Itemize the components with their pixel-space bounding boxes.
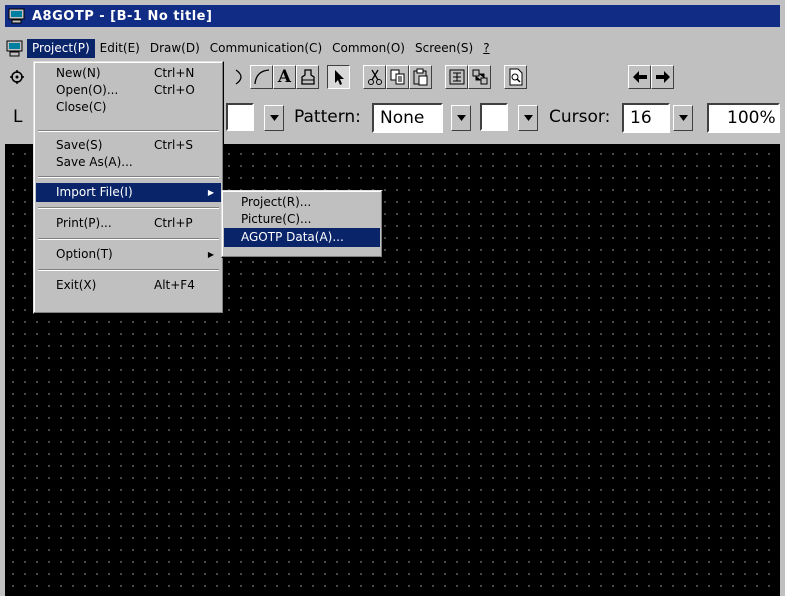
- window-title: A8GOTP - [B-1 No title]: [32, 8, 213, 24]
- ungroup-icon[interactable]: [468, 65, 491, 89]
- menu-separator: [38, 207, 219, 209]
- submenu-item-picture[interactable]: Picture(C)...: [224, 211, 380, 228]
- menu-item-open[interactable]: Open(O)... Ctrl+O: [36, 82, 221, 99]
- menu-draw[interactable]: Draw(D): [145, 39, 205, 58]
- zoom-value: 100%: [727, 108, 776, 128]
- paste-icon[interactable]: [409, 65, 432, 89]
- pattern-value: None: [380, 108, 425, 128]
- menu-help[interactable]: ?: [478, 39, 494, 58]
- menu-separator: [38, 238, 219, 240]
- document-system-icon[interactable]: [5, 40, 25, 58]
- menu-item-close[interactable]: Close(C): [36, 99, 221, 116]
- pattern-dropdown[interactable]: [451, 105, 471, 131]
- copy-icon[interactable]: [386, 65, 409, 89]
- menu-project[interactable]: Project(P): [27, 39, 95, 58]
- chevron-down-icon: [269, 115, 279, 121]
- menu-item-save-as[interactable]: Save As(A)...: [36, 154, 221, 171]
- submenu-arrow-icon: ▶: [207, 250, 214, 259]
- menu-item-new[interactable]: New(N) Ctrl+N: [36, 65, 221, 82]
- cut-icon[interactable]: [363, 65, 386, 89]
- menu-communication[interactable]: Communication(C): [205, 39, 327, 58]
- application-window: A8GOTP - [B-1 No title] Project(P) Edit(…: [0, 0, 785, 596]
- submenu-arrow-icon: ▶: [207, 188, 214, 197]
- chevron-down-icon: [456, 115, 466, 121]
- select-pointer-icon[interactable]: [327, 65, 350, 89]
- app-icon: [8, 8, 25, 24]
- chevron-down-icon: [523, 115, 533, 121]
- pattern-select[interactable]: None: [372, 103, 443, 133]
- group-icon[interactable]: [445, 65, 468, 89]
- text-tool-icon[interactable]: A: [273, 65, 296, 89]
- submenu-item-project[interactable]: Project(R)...: [224, 194, 380, 211]
- fill-color-swatch[interactable]: [480, 103, 508, 131]
- submenu-item-agotp-data[interactable]: AGOTP Data(A)...: [224, 228, 380, 247]
- menu-bar: Project(P) Edit(E) Draw(D) Communication…: [5, 38, 780, 59]
- arrow-left-icon[interactable]: [628, 65, 651, 89]
- menu-item-exit[interactable]: Exit(X) Alt+F4: [36, 276, 221, 295]
- menu-item-import-file[interactable]: Import File(I) ▶: [36, 183, 221, 202]
- cursor-select[interactable]: 16: [622, 103, 670, 133]
- pattern-label: Pattern:: [294, 107, 361, 127]
- chevron-down-icon: [678, 115, 688, 121]
- menu-screen[interactable]: Screen(S): [410, 39, 478, 58]
- line-color-swatch[interactable]: [226, 103, 254, 131]
- line-label-fragment: L: [13, 107, 23, 127]
- menu-item-save[interactable]: Save(S) Ctrl+S: [36, 137, 221, 154]
- line-color-dropdown[interactable]: [264, 105, 284, 131]
- menu-item-print[interactable]: Print(P)... Ctrl+P: [36, 214, 221, 233]
- title-bar: A8GOTP - [B-1 No title]: [5, 5, 780, 27]
- arc-tool-icon[interactable]: [250, 65, 273, 89]
- gear-icon[interactable]: [5, 65, 28, 89]
- preview-icon[interactable]: [504, 65, 527, 89]
- menu-separator: [38, 130, 219, 132]
- cursor-dropdown[interactable]: [673, 105, 693, 131]
- import-file-submenu: Project(R)... Picture(C)... AGOTP Data(A…: [221, 190, 383, 258]
- arrow-right-icon[interactable]: [651, 65, 674, 89]
- cursor-value: 16: [630, 108, 652, 128]
- fill-color-dropdown[interactable]: [518, 105, 538, 131]
- menu-item-option[interactable]: Option(T) ▶: [36, 245, 221, 264]
- cursor-label: Cursor:: [549, 107, 611, 127]
- menu-separator: [38, 176, 219, 178]
- paint-tool-icon[interactable]: [296, 65, 319, 89]
- ellipse-tool-icon[interactable]: [229, 65, 252, 89]
- menu-separator: [38, 269, 219, 271]
- menu-edit[interactable]: Edit(E): [95, 39, 145, 58]
- project-menu: New(N) Ctrl+N Open(O)... Ctrl+O Close(C) S…: [33, 61, 224, 314]
- zoom-field[interactable]: 100%: [707, 103, 780, 133]
- menu-common[interactable]: Common(O): [327, 39, 410, 58]
